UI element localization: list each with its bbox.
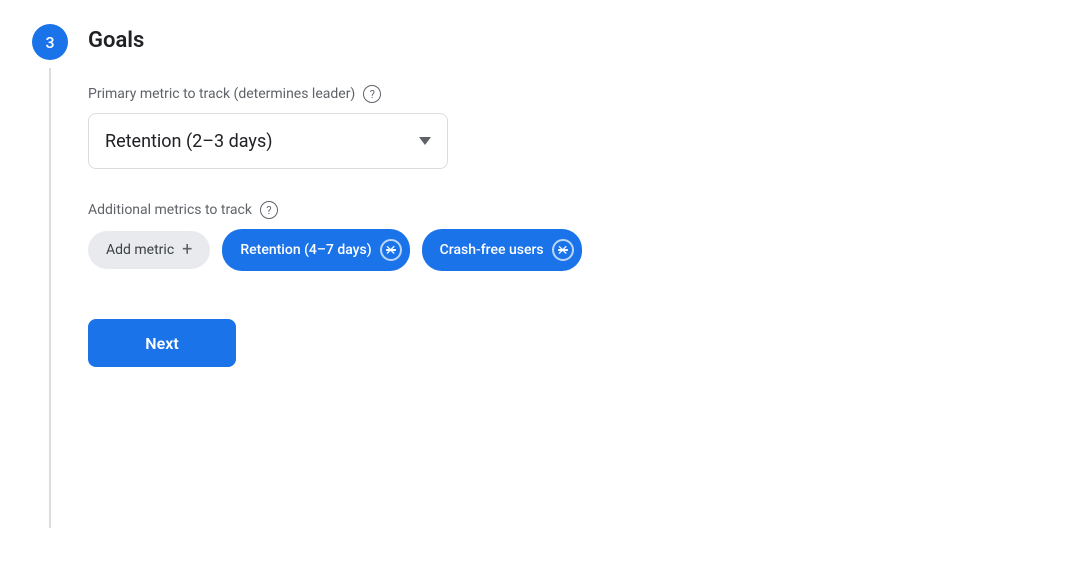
chip-x-icon-0: ✕ — [385, 243, 397, 257]
additional-metrics-help-icon[interactable]: ? — [260, 201, 278, 219]
step-number: 3 — [32, 24, 68, 60]
chip-remove-button-1[interactable]: ✕ — [552, 239, 574, 261]
step-line — [49, 68, 51, 528]
chip-remove-button-0[interactable]: ✕ — [380, 239, 402, 261]
primary-metric-help-icon[interactable]: ? — [363, 85, 381, 103]
section-title: Goals — [88, 28, 1040, 53]
add-icon: + — [182, 241, 192, 259]
dropdown-arrow-icon — [419, 137, 431, 145]
primary-metric-value: Retention (2–3 days) — [105, 131, 273, 152]
add-metric-label: Add metric — [106, 242, 174, 258]
step-indicator: 3 — [32, 24, 68, 528]
metric-chip-1: Crash-free users ✕ — [422, 229, 582, 271]
chip-label-1: Crash-free users — [440, 242, 544, 258]
primary-metric-dropdown[interactable]: Retention (2–3 days) — [88, 113, 448, 169]
add-metric-button[interactable]: Add metric + — [88, 231, 210, 269]
primary-metric-label: Primary metric to track (determines lead… — [88, 85, 1040, 103]
content-area: Goals Primary metric to track (determine… — [88, 24, 1040, 367]
additional-metrics-section: Additional metrics to track ? Add metric… — [88, 201, 1040, 271]
metrics-row: Add metric + Retention (4–7 days) ✕ Cras… — [88, 229, 1040, 271]
next-button[interactable]: Next — [88, 319, 236, 367]
page-container: 3 Goals Primary metric to track (determi… — [32, 24, 1040, 528]
chip-x-icon-1: ✕ — [557, 243, 569, 257]
chip-label-0: Retention (4–7 days) — [240, 242, 371, 258]
metric-chip-0: Retention (4–7 days) ✕ — [222, 229, 409, 271]
additional-metrics-label: Additional metrics to track ? — [88, 201, 1040, 219]
